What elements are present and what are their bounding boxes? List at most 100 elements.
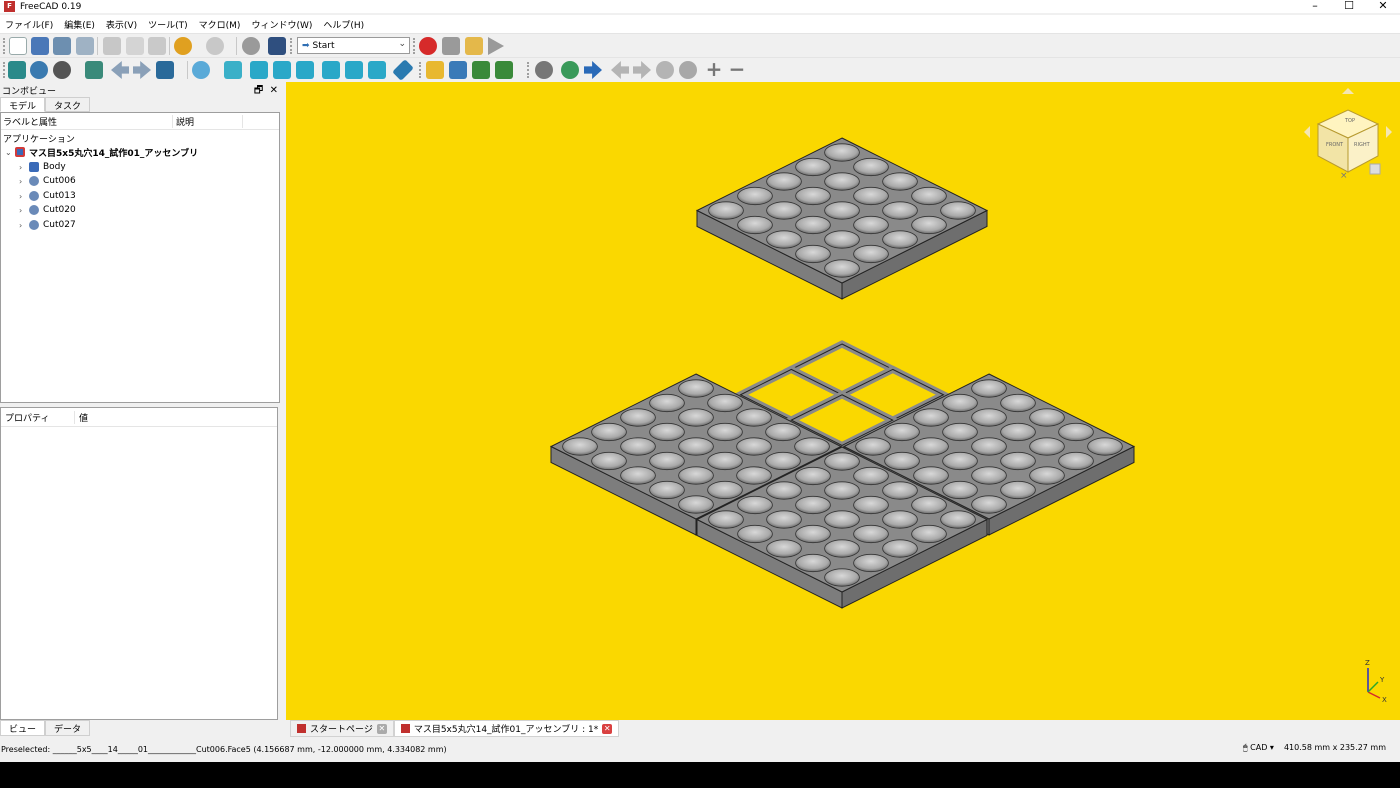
lower-front-tray-hole[interactable] (824, 452, 860, 471)
tree-item-cut027[interactable]: › Cut027 (19, 218, 76, 232)
upper-tray-hole[interactable] (737, 215, 773, 235)
lower-right-tray-hole[interactable] (1058, 422, 1094, 442)
lower-right-tray-hole[interactable] (1029, 466, 1065, 485)
upper-tray-hole[interactable] (795, 157, 831, 177)
lower-front-tray-hole[interactable] (737, 495, 773, 515)
web-close-icon[interactable] (679, 61, 697, 79)
upper-tray-hole[interactable] (766, 201, 802, 220)
lower-left-tray-hole[interactable] (765, 422, 801, 442)
workbench-selector[interactable]: ➡ Start ⌄ (297, 37, 410, 54)
lower-front-tray-hole[interactable] (824, 510, 860, 529)
lower-left-tray-hole[interactable] (765, 451, 801, 471)
lower-left-tray-hole[interactable] (649, 422, 685, 442)
lower-front-tray-hole[interactable] (795, 466, 831, 486)
cut-icon[interactable] (103, 37, 121, 55)
lower-right-tray-hole[interactable] (1000, 422, 1036, 442)
navigation-cube[interactable]: TOP FRONT RIGHT × (1304, 88, 1392, 181)
link-actions-icon[interactable] (495, 61, 513, 79)
upper-tray-hole[interactable] (795, 215, 831, 235)
tree-document[interactable]: ⌄ マス目5x5丸穴14_試作01_アッセンブリ (5, 145, 198, 159)
upper-tray-hole[interactable] (824, 259, 860, 278)
upper-tray-hole[interactable] (882, 201, 918, 220)
tab-view[interactable]: ビュー (0, 720, 46, 736)
upper-tray-hole[interactable] (853, 157, 889, 177)
web-refresh-icon[interactable] (656, 61, 674, 79)
lower-left-tray-hole[interactable] (736, 466, 772, 485)
upper-tray-hole[interactable] (853, 186, 889, 206)
bounding-box-icon[interactable] (85, 61, 103, 79)
menu-window[interactable]: ウィンドウ(W) (246, 18, 318, 31)
paste-icon[interactable] (148, 37, 166, 55)
upper-tray-hole[interactable] (708, 201, 744, 220)
lower-left-tray-hole[interactable] (620, 408, 656, 427)
zoom-icon[interactable] (192, 61, 210, 79)
fit-all-icon[interactable] (8, 61, 26, 79)
navigation-style-button[interactable]: 🖱 CAD ▾ (1243, 743, 1274, 753)
grid-frame-edge[interactable] (790, 343, 894, 396)
upper-tray-hole[interactable] (853, 215, 889, 235)
prop-header-value[interactable]: 値 (75, 411, 88, 424)
lower-front-tray-hole[interactable] (766, 510, 802, 529)
macro-stop-icon[interactable] (442, 37, 460, 55)
3d-viewport[interactable]: TOP FRONT RIGHT × Z Y X (286, 82, 1400, 720)
tree-header-description[interactable]: 説明 (173, 114, 243, 128)
tree-item-cut013[interactable]: › Cut013 (19, 189, 76, 203)
save-icon[interactable] (53, 37, 71, 55)
upper-tray-hole[interactable] (824, 201, 860, 220)
lower-front-tray-hole[interactable] (882, 510, 918, 529)
lower-left-tray-hole[interactable] (649, 451, 685, 471)
lower-right-tray-hole[interactable] (1058, 451, 1094, 471)
measure-icon[interactable] (392, 59, 414, 81)
lower-right-tray-hole[interactable] (1000, 393, 1036, 413)
lower-front-tray-hole[interactable] (824, 539, 860, 558)
view-isometric-icon[interactable] (224, 61, 242, 79)
lower-front-tray-hole[interactable] (882, 481, 918, 500)
close-button[interactable]: ✕ (1366, 0, 1400, 13)
open-folder-icon[interactable] (31, 37, 49, 55)
lower-left-tray-hole[interactable] (736, 408, 772, 427)
chevron-right-icon[interactable]: › (19, 206, 29, 215)
upper-tray-hole[interactable] (766, 230, 802, 249)
lower-left-tray-hole[interactable] (649, 393, 685, 413)
menu-file[interactable]: ファイル(F) (0, 18, 59, 31)
whats-this-icon[interactable] (268, 37, 286, 55)
save-as-icon[interactable] (76, 37, 94, 55)
upper-tray-hole[interactable] (940, 201, 976, 220)
web-stop-icon[interactable] (535, 61, 553, 79)
create-group-icon[interactable] (449, 61, 467, 79)
lower-front-tray-hole[interactable] (853, 524, 889, 544)
tree-header-label[interactable]: ラベルと属性 (1, 114, 173, 128)
sync-view-icon[interactable] (156, 61, 174, 79)
lower-front-tray-hole[interactable] (824, 481, 860, 500)
lower-left-tray-hole[interactable] (678, 437, 714, 456)
view-front-icon[interactable] (250, 61, 268, 79)
menu-macro[interactable]: マクロ(M) (194, 18, 247, 31)
lower-right-tray-hole[interactable] (942, 422, 978, 442)
macro-edit-icon[interactable] (465, 37, 483, 55)
lower-front-tray-hole[interactable] (911, 524, 947, 544)
lower-left-tray-hole[interactable] (678, 408, 714, 427)
lower-right-tray-hole[interactable] (913, 437, 949, 456)
lower-front-tray-hole[interactable] (853, 466, 889, 486)
minimize-button[interactable]: – (1298, 0, 1332, 13)
lower-front-tray-hole[interactable] (795, 553, 831, 573)
lower-front-tray-hole[interactable] (795, 524, 831, 544)
lower-right-tray-hole[interactable] (971, 379, 1007, 398)
lower-front-tray-hole[interactable] (795, 495, 831, 515)
menu-tools[interactable]: ツール(T) (143, 18, 194, 31)
upper-tray-hole[interactable] (824, 143, 860, 162)
menu-edit[interactable]: 編集(E) (59, 18, 101, 31)
lower-left-tray-hole[interactable] (678, 379, 714, 398)
lower-right-tray-hole[interactable] (1029, 408, 1065, 427)
upper-tray-hole[interactable] (882, 172, 918, 191)
maximize-button[interactable]: ☐ (1332, 0, 1366, 13)
upper-tray-hole[interactable] (737, 186, 773, 206)
upper-tray-hole[interactable] (911, 215, 947, 235)
refresh-icon[interactable] (242, 37, 260, 55)
lower-front-tray-hole[interactable] (824, 568, 860, 587)
view-bottom-icon[interactable] (345, 61, 363, 79)
tree-item-cut006[interactable]: › Cut006 (19, 174, 76, 188)
lower-left-tray-hole[interactable] (591, 422, 627, 442)
view-right-icon[interactable] (296, 61, 314, 79)
macro-record-icon[interactable] (419, 37, 437, 55)
